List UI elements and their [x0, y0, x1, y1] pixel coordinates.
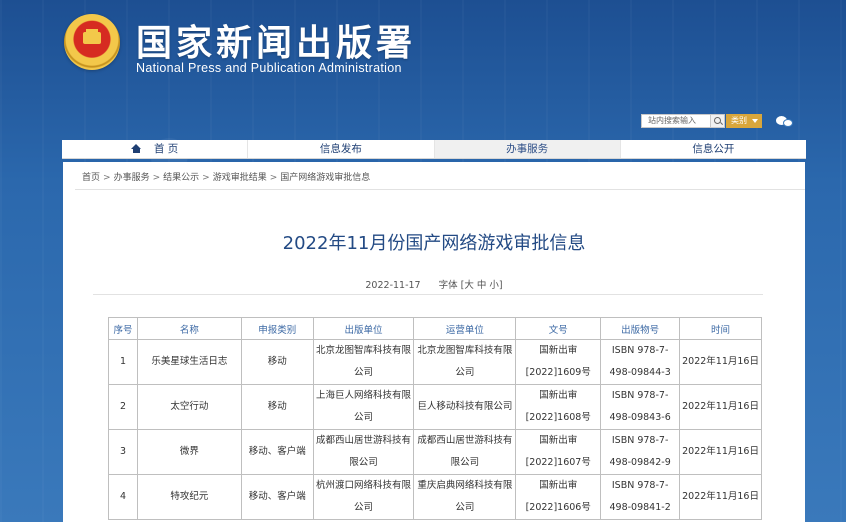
site-title[interactable]: 国家新闻出版署 [136, 14, 416, 66]
cell-type: 移动 [240, 384, 314, 430]
cell-operator: 重庆启典网络科技有限公司 [413, 474, 517, 520]
cell-index: 1 [108, 339, 138, 385]
breadcrumb: 首页 > 办事服务 > 结果公示 > 游戏审批结果 > 国产网络游戏审批信息 [82, 172, 808, 188]
cell-type: 移动、客户端 [240, 429, 314, 475]
breadcrumb-item[interactable]: 首页 [82, 173, 100, 183]
breadcrumb-item[interactable]: 国产网络游戏审批信息 [280, 173, 370, 183]
site-subtitle: National Press and Publication Administr… [136, 61, 402, 75]
main-nav: 首 页 信息发布 办事服务 信息公开 [62, 140, 806, 159]
cell-publisher: 杭州渡口网络科技有限公司 [312, 474, 415, 520]
column-header: 时间 [679, 317, 762, 340]
search-input[interactable]: 站内搜索输入 [641, 114, 711, 128]
breadcrumb-separator: > [152, 173, 161, 183]
breadcrumb-item[interactable]: 办事服务 [114, 173, 150, 183]
search-icon[interactable] [711, 114, 725, 128]
cell-publisher: 北京龙图智库科技有限公司 [312, 339, 415, 385]
cell-name: 太空行动 [136, 384, 242, 430]
column-header: 出版单位 [312, 317, 415, 340]
column-header: 运营单位 [413, 317, 517, 340]
publish-date: 2022-11-17 [365, 280, 421, 291]
nav-services-label: 办事服务 [506, 143, 549, 155]
cell-name: 微界 [136, 429, 242, 475]
table-header-row: 序号 名称 申报类别 出版单位 运营单位 文号 出版物号 时间 [108, 317, 762, 340]
cell-doc-number: 国新出审[2022]1607号 [515, 429, 602, 475]
category-select[interactable]: 类别 [726, 114, 762, 128]
breadcrumb-separator: > [103, 173, 111, 183]
cell-name: 特攻纪元 [136, 474, 242, 520]
cell-type: 移动 [240, 339, 314, 385]
cell-time: 2022年11月16日 [679, 429, 762, 475]
cell-publisher: 成都西山居世游科技有限公司 [312, 429, 415, 475]
cell-operator: 成都西山居世游科技有限公司 [413, 429, 517, 475]
nav-info-release[interactable]: 信息发布 [248, 140, 435, 158]
column-header: 文号 [515, 317, 602, 340]
nav-info-public[interactable]: 信息公开 [621, 140, 806, 158]
cell-isbn: ISBN 978-7-498-09844-3 [600, 339, 681, 385]
approval-table: 序号 名称 申报类别 出版单位 运营单位 文号 出版物号 时间 1 乐美星球生活… [108, 317, 762, 520]
cell-doc-number: 国新出审[2022]1608号 [515, 384, 602, 430]
cell-index: 3 [108, 429, 138, 475]
divider [75, 189, 805, 190]
table-row: 2 太空行动 移动 上海巨人网络科技有限公司 巨人移动科技有限公司 国新出审[2… [108, 384, 762, 430]
national-emblem-icon [64, 14, 120, 70]
cell-publisher: 上海巨人网络科技有限公司 [312, 384, 415, 430]
category-label: 类别 [731, 116, 747, 125]
article-meta: 2022-11-17 字体 [大 中 小] [63, 277, 805, 291]
cell-doc-number: 国新出审[2022]1609号 [515, 339, 602, 385]
cell-time: 2022年11月16日 [679, 339, 762, 385]
site-header: 国家新闻出版署 National Press and Publication A… [0, 0, 846, 136]
nav-info-public-label: 信息公开 [692, 143, 735, 155]
nav-home[interactable]: 首 页 [62, 140, 249, 158]
cell-name: 乐美星球生活日志 [136, 339, 242, 385]
divider [93, 294, 763, 295]
cell-time: 2022年11月16日 [679, 384, 762, 430]
page-title: 2022年11月份国产网络游戏审批信息 [282, 233, 586, 254]
cell-doc-number: 国新出审[2022]1606号 [515, 474, 602, 520]
wechat-icon[interactable] [776, 115, 794, 129]
nav-services[interactable]: 办事服务 [434, 140, 621, 158]
cell-index: 2 [108, 384, 138, 430]
font-size-control[interactable]: 字体 [大 中 小] [439, 280, 503, 291]
nav-home-label: 首 页 [153, 143, 179, 155]
column-header: 序号 [108, 317, 138, 340]
home-icon [130, 144, 142, 153]
table-row: 1 乐美星球生活日志 移动 北京龙图智库科技有限公司 北京龙图智库科技有限公司 … [108, 339, 762, 385]
cell-time: 2022年11月16日 [679, 474, 762, 520]
cell-index: 4 [108, 474, 138, 520]
column-header: 出版物号 [600, 317, 681, 340]
column-header: 申报类别 [240, 317, 314, 340]
table-row: 4 特攻纪元 移动、客户端 杭州渡口网络科技有限公司 重庆启典网络科技有限公司 … [108, 474, 762, 520]
content-panel: 首页 > 办事服务 > 结果公示 > 游戏审批结果 > 国产网络游戏审批信息 2022年11月份… [63, 162, 805, 522]
cell-isbn: ISBN 978-7-498-09841-2 [600, 474, 681, 520]
cell-isbn: ISBN 978-7-498-09842-9 [600, 429, 681, 475]
cell-isbn: ISBN 978-7-498-09843-6 [600, 384, 681, 430]
cell-operator: 巨人移动科技有限公司 [413, 384, 517, 430]
breadcrumb-separator: > [269, 173, 278, 183]
breadcrumb-separator: > [202, 173, 210, 183]
table-row: 3 微界 移动、客户端 成都西山居世游科技有限公司 成都西山居世游科技有限公司 … [108, 429, 762, 475]
column-header: 名称 [136, 317, 242, 340]
breadcrumb-item[interactable]: 游戏审批结果 [213, 173, 267, 183]
caret-down-icon [752, 119, 758, 123]
cell-type: 移动、客户端 [240, 474, 314, 520]
cell-operator: 北京龙图智库科技有限公司 [413, 339, 517, 385]
nav-info-release-label: 信息发布 [319, 143, 362, 155]
breadcrumb-item[interactable]: 结果公示 [163, 173, 199, 183]
